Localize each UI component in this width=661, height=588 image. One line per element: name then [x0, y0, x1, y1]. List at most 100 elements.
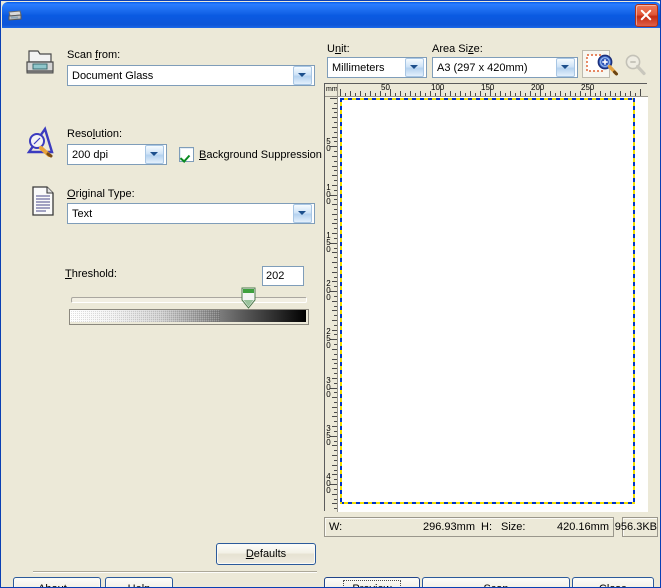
- horizontal-ruler: 50 100 150 200 250: [338, 84, 648, 97]
- ruler-tick: [332, 349, 337, 350]
- ruler-tick: [332, 397, 337, 398]
- ruler-tick: [495, 93, 496, 96]
- ruler-label: 250: [581, 84, 595, 92]
- ruler-tick: [570, 91, 571, 96]
- width-label: W:: [329, 521, 343, 533]
- ruler-tick: [334, 277, 337, 278]
- ruler-label: 0: [326, 437, 331, 447]
- close-button[interactable]: Close: [572, 577, 654, 587]
- ruler-label: 0: [326, 196, 331, 206]
- flatbed-scanner-icon: [23, 45, 57, 79]
- original-type-combo[interactable]: Text: [67, 203, 315, 224]
- checkmark-icon[interactable]: [179, 147, 194, 162]
- ruler-tick: [334, 373, 337, 374]
- close-icon[interactable]: [635, 3, 658, 27]
- ruler-tick: [334, 354, 337, 355]
- ruler-tick: [334, 190, 337, 191]
- ruler-tick: [332, 272, 337, 273]
- ruler-tick: [334, 199, 337, 200]
- ruler-label: 150: [481, 84, 495, 92]
- ruler-tick: [334, 489, 337, 490]
- ruler-label: 0: [326, 389, 331, 399]
- preview-button[interactable]: Preview: [324, 577, 420, 587]
- chevron-down-icon[interactable]: [145, 145, 164, 164]
- selection-marquee[interactable]: [340, 98, 635, 504]
- scan-from-combo[interactable]: Document Glass: [67, 65, 315, 86]
- ruler-tick: [334, 209, 337, 210]
- ruler-tick: [620, 91, 621, 96]
- scan-button[interactable]: Scan: [422, 577, 570, 587]
- ruler-unit-label: mm: [326, 86, 338, 93]
- ruler-tick: [332, 204, 337, 205]
- zoom-in-icon[interactable]: [595, 53, 619, 82]
- ruler-tick: [334, 499, 337, 500]
- width-value: 296.93mm: [423, 521, 475, 533]
- resolution-combo[interactable]: 200 dpi: [67, 144, 167, 165]
- ruler-tick: [360, 91, 361, 96]
- ruler-tick: [600, 91, 601, 96]
- ruler-tick: [375, 93, 376, 96]
- ruler-tick: [332, 108, 337, 109]
- ruler-label: 0: [326, 244, 331, 254]
- ruler-tick: [332, 330, 337, 331]
- size-status: Size: 956.3KB: [501, 517, 658, 537]
- ruler-tick: [435, 93, 436, 96]
- ruler-tick: [334, 180, 337, 181]
- title-bar[interactable]: [2, 2, 660, 28]
- ruler-tick: [605, 93, 606, 96]
- ruler-tick: [640, 89, 641, 96]
- threshold-gradient-bar: [69, 309, 309, 325]
- background-suppression-checkbox[interactable]: Background Suppression: [179, 147, 322, 162]
- help-button[interactable]: Help: [105, 577, 173, 587]
- chevron-down-icon[interactable]: [293, 204, 312, 223]
- ruler-tick: [635, 93, 636, 96]
- help-button-label: Help: [128, 583, 151, 587]
- footer-divider: [33, 571, 317, 573]
- ruler-tick: [332, 426, 337, 427]
- ruler-tick: [595, 93, 596, 96]
- preview-canvas[interactable]: [338, 97, 648, 512]
- ruler-tick: [332, 137, 337, 138]
- ruler-tick: [332, 252, 337, 253]
- ruler-tick: [332, 378, 337, 379]
- ruler-tick: [545, 93, 546, 96]
- ruler-tick: [334, 170, 337, 171]
- ruler-tick: [334, 450, 337, 451]
- ruler-tick: [525, 93, 526, 96]
- ruler-tick: [332, 455, 337, 456]
- about-button[interactable]: About...: [13, 577, 101, 587]
- ruler-label: 0: [326, 292, 331, 302]
- about-button-label: About...: [38, 583, 76, 587]
- ruler-tick: [470, 91, 471, 96]
- ruler-tick: [334, 296, 337, 297]
- scan-from-value: Document Glass: [72, 69, 154, 82]
- size-value: 956.3KB: [614, 521, 657, 533]
- ruler-tick: [330, 98, 337, 99]
- ruler-tick: [345, 93, 346, 96]
- ruler-label: 0: [326, 144, 331, 153]
- chevron-down-icon[interactable]: [293, 66, 312, 85]
- threshold-slider-thumb[interactable]: [241, 287, 256, 309]
- unit-label: Unit:: [327, 43, 350, 55]
- ruler-tick: [334, 141, 337, 142]
- unit-combo[interactable]: Millimeters: [327, 57, 427, 78]
- ruler-tick: [560, 91, 561, 96]
- ruler-tick: [334, 383, 337, 384]
- area-size-combo[interactable]: A3 (297 x 420mm): [432, 57, 578, 78]
- threshold-slider-track[interactable]: [71, 297, 307, 303]
- ruler-tick: [334, 460, 337, 461]
- preview-pane[interactable]: mm 50 100 150 200 250 5010015020025030035040…: [324, 83, 648, 512]
- chevron-down-icon[interactable]: [405, 58, 424, 77]
- ruler-tick: [332, 214, 337, 215]
- ruler-tick: [334, 334, 337, 335]
- ruler-tick: [415, 93, 416, 96]
- threshold-value-input[interactable]: 202: [262, 266, 304, 286]
- defaults-button[interactable]: Defaults: [216, 543, 316, 565]
- ruler-tick: [332, 223, 337, 224]
- original-type-value: Text: [72, 207, 93, 220]
- scanner-dialog-window: Scan from: Document Glass Resolution: 20…: [0, 0, 661, 588]
- chevron-down-icon[interactable]: [556, 58, 575, 77]
- ruler-tick: [465, 93, 466, 96]
- ruler-tick: [445, 93, 446, 96]
- ruler-tick: [334, 306, 337, 307]
